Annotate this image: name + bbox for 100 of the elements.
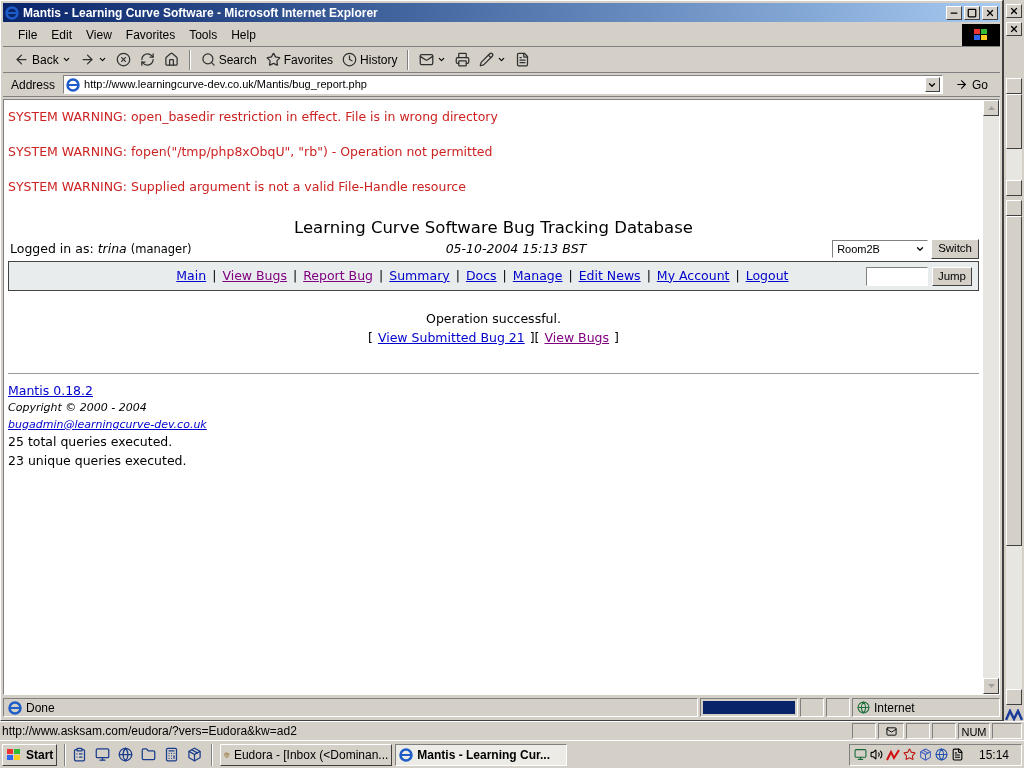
- jump-button[interactable]: Jump: [931, 266, 972, 286]
- search-icon: [200, 52, 216, 67]
- menu-item[interactable]: Favorites: [118, 26, 183, 44]
- close-button[interactable]: [982, 5, 998, 20]
- status-text: Done: [26, 699, 55, 717]
- nav-link[interactable]: Edit News: [578, 266, 641, 286]
- globe-icon: [934, 748, 948, 761]
- folder-icon: [140, 747, 156, 762]
- taskbar-button[interactable]: Mantis - Learning Cur...: [395, 743, 568, 766]
- minimize-button[interactable]: [946, 5, 962, 20]
- separator: |: [293, 266, 298, 285]
- window-title: Mantis - Learning Curve Software - Microsoft Internet Explorer: [23, 4, 378, 22]
- nav-link[interactable]: View Bugs: [222, 266, 287, 286]
- separator: |: [646, 266, 651, 285]
- refresh-icon: [139, 52, 155, 67]
- num-indicator: NUM: [958, 723, 990, 739]
- windows-flag-icon: [6, 747, 22, 762]
- speaker-icon: [869, 748, 883, 761]
- menu-item[interactable]: Edit: [44, 26, 80, 44]
- printer-icon: [455, 52, 471, 67]
- address-field[interactable]: http://www.learningcurve-dev.co.uk/Mantis/bug_report.php: [63, 75, 943, 94]
- query-count: 23 unique queries executed.: [8, 452, 187, 470]
- arrow-right-icon: [79, 52, 95, 67]
- login-label: Logged in as:: [10, 239, 94, 258]
- go-arrow-icon: [955, 78, 968, 91]
- maximize-icon: [967, 7, 977, 18]
- jump-field[interactable]: [865, 266, 928, 286]
- close-icon: [1009, 6, 1019, 16]
- status-panel: [932, 723, 956, 739]
- page-heading: Learning Curve Software Bug Tracking Database: [293, 217, 694, 239]
- nav-link[interactable]: Main: [176, 266, 207, 286]
- close-icon: [985, 7, 995, 18]
- nav-link[interactable]: Logout: [745, 266, 789, 286]
- status-panel: [852, 723, 876, 739]
- close-button[interactable]: [1006, 22, 1022, 36]
- close-button[interactable]: [1006, 4, 1022, 18]
- package-icon: [918, 748, 932, 761]
- dropdown-button[interactable]: [925, 77, 940, 92]
- back-button[interactable]: Back: [11, 48, 74, 71]
- taskbar-button[interactable]: Eudora - [Inbox (<Dominan...: [220, 743, 393, 766]
- user-role: (manager): [130, 240, 192, 258]
- separator: |: [379, 266, 384, 285]
- clock-icon: [342, 52, 358, 67]
- warning-message: SYSTEM WARNING: Supplied argument is not a valid File-Handle resource: [8, 178, 467, 196]
- calculator-icon: [163, 747, 179, 762]
- monitor-icon: [94, 747, 110, 762]
- separator: |: [568, 266, 573, 285]
- success-message: Operation successful.: [425, 310, 562, 328]
- zone-text: Internet: [874, 699, 915, 717]
- stop-icon: [115, 52, 131, 67]
- windows-flag-icon: [973, 28, 989, 42]
- maximize-button[interactable]: [964, 5, 980, 20]
- start-button[interactable]: Start: [2, 743, 58, 766]
- version-link[interactable]: Mantis 0.18.2: [8, 381, 93, 401]
- nav-link[interactable]: My Account: [656, 266, 730, 286]
- caret-icon: [97, 55, 107, 64]
- favorites-button[interactable]: Favorites: [262, 48, 337, 71]
- status-url: http://www.asksam.com/eudora/?vers=Eudora&kw=ad2: [2, 723, 298, 740]
- scrollbar[interactable]: [1006, 200, 1022, 705]
- browser-icon: [5, 5, 19, 20]
- envelope-icon: [885, 725, 897, 737]
- address-label: Address: [10, 76, 57, 94]
- mail-icon: [419, 52, 435, 67]
- email-link[interactable]: bugadmin@learningcurve-dev.co.uk: [8, 416, 207, 434]
- result-link[interactable]: View Bugs: [544, 328, 610, 348]
- switch-button[interactable]: Switch: [931, 239, 979, 259]
- clock-text: 15:14: [978, 746, 1009, 764]
- nav-link[interactable]: Summary: [389, 266, 450, 286]
- caret-icon: [497, 55, 507, 64]
- history-button[interactable]: History: [339, 48, 401, 71]
- globe-icon: [117, 747, 133, 762]
- scrollbar[interactable]: [1006, 78, 1022, 196]
- separator: |: [735, 266, 740, 285]
- bracket-text: ][: [529, 328, 540, 347]
- nav-link[interactable]: Manage: [512, 266, 563, 286]
- menu-item[interactable]: Help: [224, 26, 263, 44]
- menu-item[interactable]: View: [79, 26, 119, 44]
- separator: |: [502, 266, 507, 285]
- status-panel: [906, 723, 930, 739]
- nav-link[interactable]: Docs: [465, 266, 497, 286]
- search-button[interactable]: Search: [197, 48, 260, 71]
- go-button[interactable]: Go: [947, 74, 996, 95]
- warning-message: SYSTEM WARNING: fopen("/tmp/php8xObqU", "rb") - Operation not permitted: [8, 143, 494, 161]
- menu-item[interactable]: File: [11, 26, 45, 44]
- project-select[interactable]: Room2B: [832, 240, 929, 258]
- menu-item[interactable]: Tools: [182, 26, 225, 44]
- date-time: 05-10-2004 15:13 BST: [444, 239, 588, 258]
- status-panel: [800, 698, 824, 717]
- close-icon: [1009, 24, 1019, 34]
- star-icon: [265, 52, 281, 67]
- browser-icon: [399, 747, 414, 762]
- document-icon: [950, 748, 964, 761]
- nav-link[interactable]: Report Bug: [303, 266, 374, 286]
- result-link[interactable]: View Submitted Bug 21: [377, 328, 525, 348]
- clipboard-icon: [71, 747, 87, 762]
- vertical-scrollbar[interactable]: [983, 100, 999, 694]
- caret-icon: [437, 55, 447, 64]
- star-icon: [902, 748, 916, 761]
- bracket-text: ]: [614, 328, 619, 347]
- copyright-text: Copyright © 2000 - 2004: [8, 400, 147, 417]
